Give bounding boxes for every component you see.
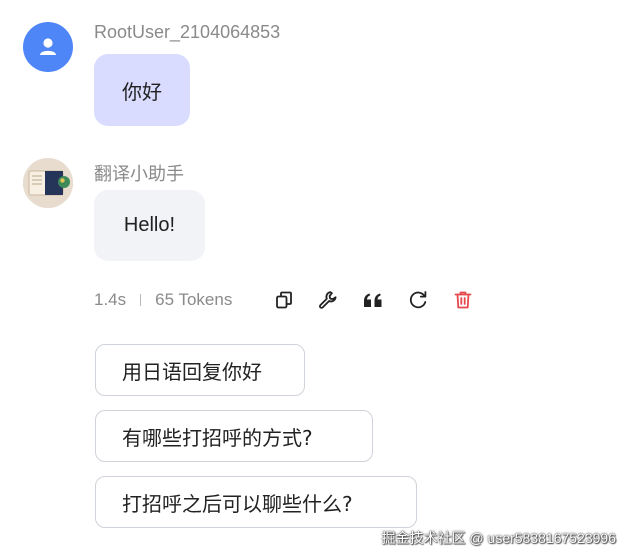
meta-divider: [140, 294, 142, 306]
response-time: 1.4s: [94, 290, 127, 309]
message-meta: 1.4s 65 Tokens: [94, 286, 232, 314]
regenerate-button[interactable]: [406, 288, 430, 312]
quote-button[interactable]: [361, 288, 385, 312]
bot-avatar: [23, 158, 73, 208]
copy-icon: [276, 291, 292, 309]
suggestion-chip-greeting-ways[interactable]: 有哪些打招呼的方式?: [95, 410, 373, 462]
user-icon: [40, 38, 56, 55]
watermark: 掘金技术社区 @ user5838167523996: [381, 530, 616, 546]
refresh-icon: [409, 291, 427, 309]
book-globe-icon: [23, 158, 73, 208]
bot-name: 翻译小助手: [94, 164, 184, 184]
user-name: RootUser_2104064853: [94, 22, 281, 42]
copy-button[interactable]: [272, 288, 296, 312]
bot-message-bubble: Hello!: [94, 190, 205, 261]
token-count: 65 Tokens: [155, 290, 233, 309]
wrench-icon: [319, 291, 337, 309]
user-message-bubble: 你好: [94, 54, 190, 126]
tools-button[interactable]: [316, 288, 340, 312]
quote-icon: [364, 293, 382, 307]
delete-icon: [454, 291, 472, 309]
suggestion-chip-after-greeting[interactable]: 打招呼之后可以聊些什么?: [95, 476, 417, 528]
delete-button[interactable]: [451, 288, 475, 312]
suggestion-chip-reply-japanese[interactable]: 用日语回复你好: [95, 344, 305, 396]
user-avatar: [23, 22, 73, 72]
